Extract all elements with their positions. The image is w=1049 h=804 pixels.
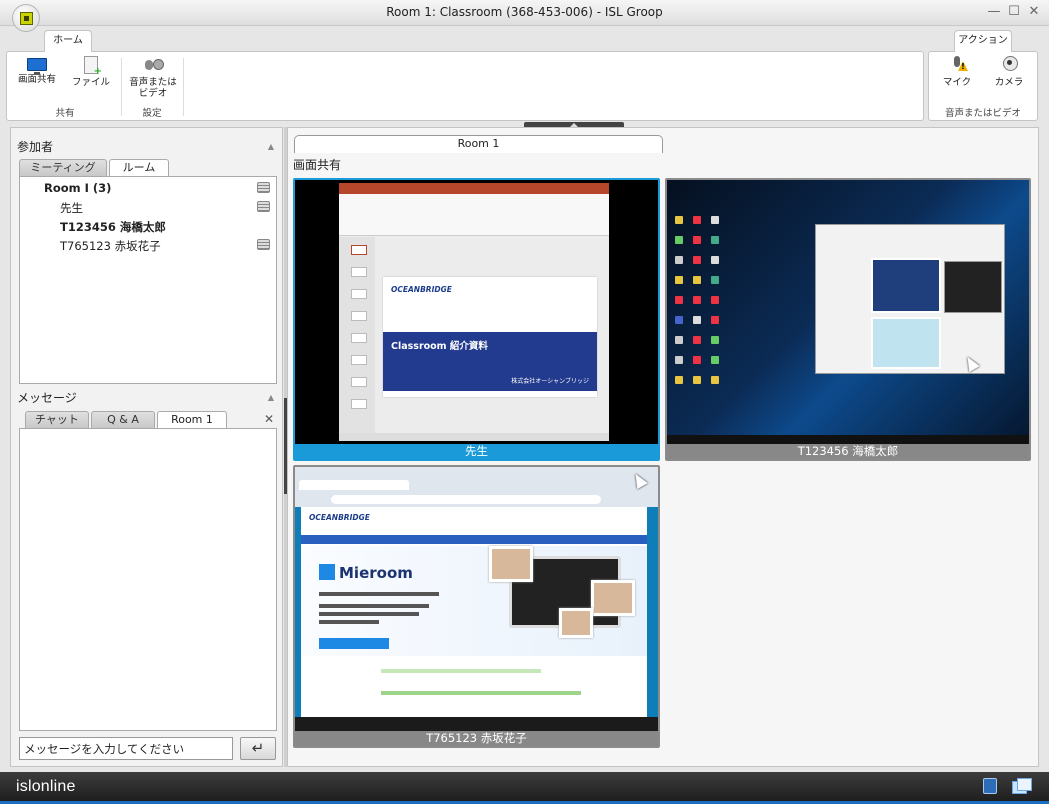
av-group-label: 音声またはビデオ [944,108,1021,119]
brand-logo: islonline [16,778,76,795]
ribbon-home-panel: 画面共有 ファイル 共有 音声または ビデオ 設定 [6,51,924,121]
tab-chat[interactable]: チャット [25,411,89,428]
file-icon [84,56,102,77]
participant-list: Room I (3) 先生 T123456 海橋太郎 T765123 赤坂花子 [19,176,277,384]
teacher-screen-view: OCEANBRIDGE Classroom 紹介資料 株式会社オーシャンブリッジ [295,180,658,444]
slide: OCEANBRIDGE Classroom 紹介資料 株式会社オーシャンブリッジ [383,277,597,397]
tab-action[interactable]: アクション [954,30,1012,52]
screen-tile-student-1[interactable]: T123456 海橋太郎 [665,178,1031,461]
close-chat-tab-icon[interactable]: ✕ [264,412,274,426]
screen-share-button[interactable]: 画面共有 [15,56,59,100]
ribbon: ホーム アクション 画面共有 ファイル 共有 音声または ビデオ 設定 マイク … [0,26,1049,128]
mic-button[interactable]: マイク [935,56,979,100]
participant-item[interactable]: 先生 [60,200,83,216]
tab-home[interactable]: ホーム [44,30,92,52]
participants-collapse-icon[interactable]: ▲ [268,142,274,151]
mic-label: マイク [942,77,972,88]
camera-button[interactable]: カメラ [987,56,1031,100]
minimize-button[interactable]: — [986,3,1002,21]
camera-icon [999,56,1019,74]
settings-group-label: 設定 [142,108,162,119]
message-history [19,428,277,731]
slide-footer: 株式会社オーシャンブリッジ [511,378,589,385]
ribbon-action-panel: マイク カメラ 音声またはビデオ [928,51,1038,121]
participant-menu-icon[interactable] [257,201,270,212]
share-group-label: 共有 [55,108,75,119]
product-brand-name: Mieroom [339,564,413,582]
tab-room[interactable]: ルーム [109,159,169,176]
maximize-button[interactable]: ☐ [1006,3,1022,21]
tile-caption: T123456 海橋太郎 [797,444,899,458]
screen-tile-teacher[interactable]: OCEANBRIDGE Classroom 紹介資料 株式会社オーシャンブリッジ… [293,178,660,461]
participant-item[interactable]: T123456 海橋太郎 [60,219,166,235]
web-logo: OCEANBRIDGE [309,513,370,522]
app-menu-icon[interactable] [12,4,40,32]
tab-room-1[interactable]: Room 1 [294,135,663,153]
participant-menu-icon[interactable] [257,239,270,250]
room-menu-icon[interactable] [257,182,270,193]
screen-share-section-label: 画面共有 [293,158,342,172]
window-title: Room 1: Classroom (368-453-006) - ISL Gr… [386,5,663,19]
messages-title: メッセージ [17,391,77,405]
presentation-app: OCEANBRIDGE Classroom 紹介資料 株式会社オーシャンブリッジ [339,183,609,441]
windows-icon[interactable] [1012,778,1032,794]
participant-item[interactable]: T765123 赤坂花子 [60,238,161,254]
main-area: Room 1 画面共有 OCEANBRIDGE Classroom 紹介資料 株… [287,127,1039,767]
slide-logo: OCEANBRIDGE [391,285,452,294]
audio-video-label: 音声または ビデオ [129,77,177,99]
close-button[interactable]: ✕ [1026,3,1042,21]
room-group-item[interactable]: Room I (3) [44,181,111,195]
tab-meeting[interactable]: ミーティング [19,159,107,176]
tab-qa[interactable]: Q & A [91,411,155,428]
screen-tile-student-2[interactable]: OCEANBRIDGE Mieroom T765123 赤坂花子 [293,465,660,748]
slide-title: Classroom 紹介資料 [391,341,488,352]
file-label: ファイル [71,77,110,88]
tab-room-chat[interactable]: Room 1 [157,411,227,428]
message-input[interactable]: メッセージを入力してください [19,737,233,760]
audio-video-icon [143,56,164,74]
web-page: OCEANBRIDGE Mieroom [301,507,647,717]
left-panel: 参加者 ▲ ミーティング ルーム Room I (3) 先生 T123456 海… [10,127,283,767]
screen-share-label: 画面共有 [17,74,56,85]
tile-caption: T765123 赤坂花子 [426,731,527,745]
student-1-screen-view [667,180,1029,444]
tile-caption: 先生 [465,444,488,458]
camera-label: カメラ [994,77,1024,88]
product-brand: Mieroom [319,564,413,582]
connection-status-icon[interactable] [983,778,997,794]
audio-video-settings-button[interactable]: 音声または ビデオ [129,56,177,100]
send-button[interactable]: ↵ [240,737,276,760]
student-2-screen-view: OCEANBRIDGE Mieroom [295,467,658,731]
participants-title: 参加者 [17,140,54,154]
mic-warning-icon [950,56,964,74]
shared-window [815,224,1005,374]
monitor-icon [27,58,47,75]
messages-collapse-icon[interactable]: ▲ [268,393,274,402]
product-logo-icon [319,564,335,580]
status-bar: islonline [0,772,1049,804]
file-button[interactable]: ファイル [69,56,113,100]
title-bar: Room 1: Classroom (368-453-006) - ISL Gr… [0,0,1049,26]
